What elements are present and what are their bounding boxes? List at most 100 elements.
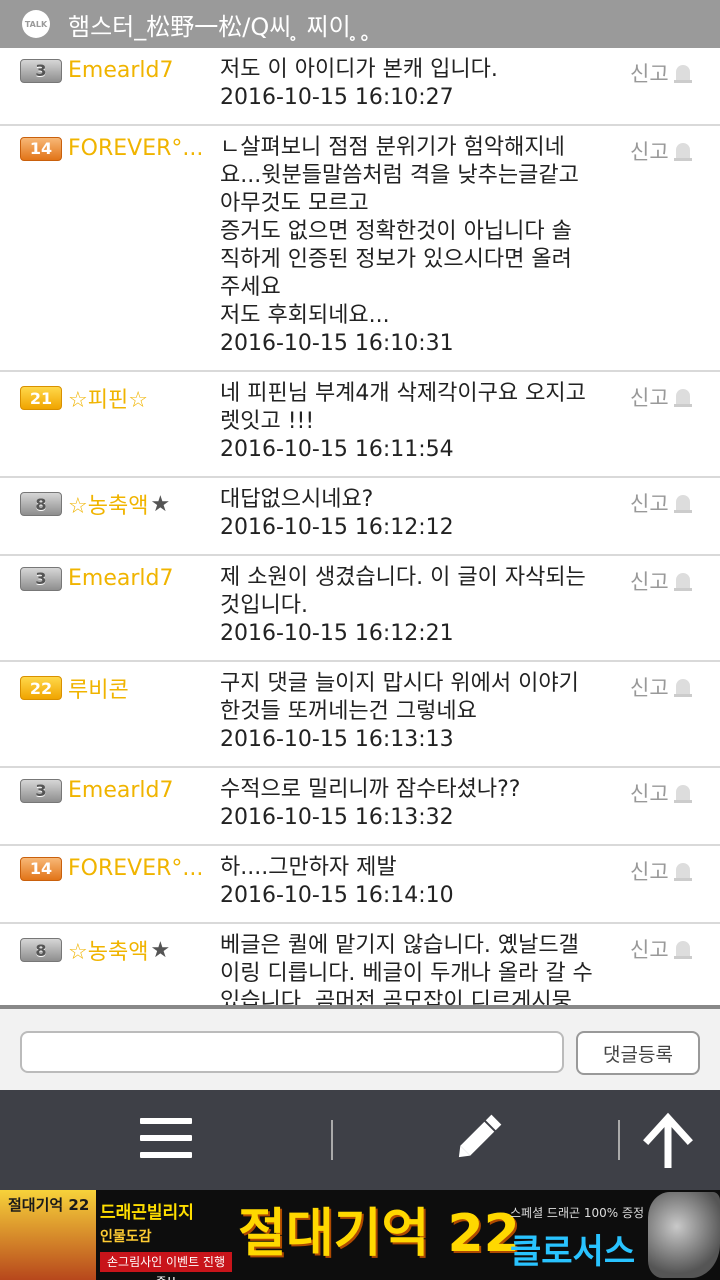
- comment-list[interactable]: 3 Emearld7 저도 이 아이디가 본캐 입니다. 2016-10-15 16:…: [0, 48, 720, 1005]
- bell-icon: [673, 65, 692, 83]
- level-badge: 8: [20, 492, 62, 516]
- comment-submit-button[interactable]: 댓글등록: [576, 1031, 700, 1075]
- comment-author[interactable]: 3 Emearld7: [20, 778, 173, 803]
- username[interactable]: FOREVER°...: [68, 136, 203, 161]
- bell-icon: [673, 143, 692, 161]
- level-badge: 22: [20, 676, 62, 700]
- report-label: 신고: [630, 492, 669, 516]
- comment-author[interactable]: 8 ☆농축액 ★: [20, 934, 170, 966]
- report-label: 신고: [630, 938, 669, 962]
- comment-row: 14 FOREVER°... 하....그만하자 제발 2016-10-15 16:1…: [0, 846, 720, 924]
- level-badge: 8: [20, 938, 62, 962]
- app-header: TALK 햄스터_松野一松/Q씨 ̥ 찌이 ̥˳: [0, 0, 720, 48]
- report-button[interactable]: 신고: [630, 566, 695, 596]
- level-badge: 14: [20, 856, 62, 881]
- comment-author[interactable]: 14 FOREVER°...: [20, 856, 203, 881]
- level-badge: 14: [20, 136, 62, 161]
- username[interactable]: ☆농축액: [68, 488, 148, 520]
- comment-row: 3 Emearld7 저도 이 아이디가 본캐 입니다. 2016-10-15 16:…: [0, 48, 720, 126]
- menu-icon[interactable]: [140, 1118, 192, 1160]
- comment-author[interactable]: 8 ☆농축액 ★: [20, 488, 170, 520]
- report-label: 신고: [630, 860, 669, 884]
- comment-row: 8 ☆농축액 ★ 베글은 퀼에 맡기지 않습니다. 옜날드갤 이링 디릅니다. 베글이…: [0, 924, 720, 1005]
- talk-icon: TALK: [22, 10, 50, 38]
- comment-timestamp: 2016-10-15 16:13:13: [220, 727, 454, 752]
- report-label: 신고: [630, 140, 669, 164]
- ad-dragon-image: [648, 1192, 720, 1278]
- username[interactable]: Emearld7: [68, 778, 173, 803]
- username[interactable]: Emearld7: [68, 58, 173, 83]
- username[interactable]: FOREVER°...: [68, 856, 203, 881]
- username[interactable]: ☆피핀☆: [68, 382, 148, 414]
- comment-body: 저도 이 아이디가 본캐 입니다. 2016-10-15 16:10:27: [220, 56, 610, 112]
- comment-body: 수적으로 밀리니까 잠수타셨나?? 2016-10-15 16:13:32: [220, 776, 610, 832]
- comment-row: 3 Emearld7 수적으로 밀리니까 잠수타셨나?? 2016-10-15 16:…: [0, 768, 720, 846]
- ad-event: 손그림사인 이벤트 진행중!!: [100, 1252, 232, 1280]
- comment-timestamp: 2016-10-15 16:12:12: [220, 515, 454, 540]
- comment-body: 제 소원이 생겼습니다. 이 글이 자삭되는 것입니다. 2016-10-15 1…: [220, 564, 610, 648]
- bell-icon: [673, 863, 692, 881]
- comment-author[interactable]: 14 FOREVER°...: [20, 136, 203, 161]
- comment-input[interactable]: [20, 1031, 564, 1073]
- comment-timestamp: 2016-10-15 16:12:21: [220, 621, 454, 646]
- ad-brand: 드래곤빌리지: [100, 1203, 194, 1223]
- comment-row: 8 ☆농축액 ★ 대답없으시네요? 2016-10-15 16:12:12 신고: [0, 478, 720, 556]
- level-badge: 3: [20, 778, 62, 803]
- comment-bar: 댓글등록: [0, 1005, 720, 1090]
- comment-author[interactable]: 3 Emearld7: [20, 566, 173, 591]
- report-button[interactable]: 신고: [630, 934, 695, 964]
- report-label: 신고: [630, 570, 669, 594]
- report-button[interactable]: 신고: [630, 488, 695, 518]
- report-button[interactable]: 신고: [630, 58, 695, 88]
- level-badge: 21: [20, 386, 62, 410]
- username[interactable]: Emearld7: [68, 566, 173, 591]
- comment-timestamp: 2016-10-15 16:10:31: [220, 331, 454, 356]
- ad-banner[interactable]: 절대기억 22 드래곤빌리지 인물도감 손그림사인 이벤트 진행중!! 절대기억…: [0, 1190, 720, 1280]
- username[interactable]: 루비콘: [68, 672, 129, 704]
- report-button[interactable]: 신고: [630, 136, 695, 166]
- arrow-up-icon[interactable]: [640, 1112, 696, 1172]
- comment-body: ㄴ살펴보니 점점 분위기가 험악해지네 요...윗분들말씀처럼 격을 낮추는글같…: [220, 134, 610, 358]
- comment-timestamp: 2016-10-15 16:13:32: [220, 805, 454, 830]
- comment-body: 네 피핀님 부계4개 삭제각이구요 오지고 렛잇고 !!! 2016-10-15 …: [220, 380, 610, 464]
- comment-message: 베글은 퀼에 맡기지 않습니다. 옜날드갤 이링 디릅니다. 베글이 두개나 올…: [220, 933, 593, 1005]
- comment-timestamp: 2016-10-15 16:11:54: [220, 437, 454, 462]
- ad-tag: 스페셜 드래곤 100% 증정: [510, 1206, 645, 1220]
- report-button[interactable]: 신고: [630, 778, 695, 808]
- bell-icon: [673, 573, 692, 591]
- level-badge: 3: [20, 566, 62, 591]
- comment-body: 대답없으시네요? 2016-10-15 16:12:12: [220, 486, 610, 542]
- comment-author[interactable]: 3 Emearld7: [20, 58, 173, 83]
- comment-row: 21 ☆피핀☆ 네 피핀님 부계4개 삭제각이구요 오지고 렛잇고 !!! 2016-…: [0, 372, 720, 478]
- comment-timestamp: 2016-10-15 16:10:27: [220, 85, 454, 110]
- report-label: 신고: [630, 782, 669, 806]
- comment-row: 3 Emearld7 제 소원이 생겼습니다. 이 글이 자삭되는 것입니다. 201…: [0, 556, 720, 662]
- comment-row: 14 FOREVER°... ㄴ살펴보니 점점 분위기가 험악해지네 요...윗분들…: [0, 126, 720, 372]
- username[interactable]: ☆농축액: [68, 934, 148, 966]
- star-icon: ★: [150, 937, 171, 963]
- pencil-icon[interactable]: [450, 1110, 506, 1166]
- toolbar-divider: [331, 1120, 333, 1160]
- comment-message: 저도 이 아이디가 본캐 입니다.: [220, 57, 498, 82]
- comment-author[interactable]: 22 루비콘: [20, 672, 129, 704]
- star-icon: ★: [150, 491, 171, 517]
- report-button[interactable]: 신고: [630, 382, 695, 412]
- bell-icon: [673, 495, 692, 513]
- ad-subtitle: 인물도감: [100, 1229, 152, 1245]
- bell-icon: [673, 785, 692, 803]
- page-title: 햄스터_松野一松/Q씨 ̥ 찌이 ̥˳: [68, 12, 371, 41]
- comment-message: 제 소원이 생겼습니다. 이 글이 자삭되는 것입니다.: [220, 565, 586, 618]
- comment-message: 하....그만하자 제발: [220, 855, 397, 880]
- report-button[interactable]: 신고: [630, 672, 695, 702]
- bell-icon: [673, 679, 692, 697]
- bottom-toolbar: [0, 1090, 720, 1190]
- comment-body: 베글은 퀼에 맡기지 않습니다. 옜날드갤 이링 디릅니다. 베글이 두개나 올…: [220, 932, 610, 1005]
- report-button[interactable]: 신고: [630, 856, 695, 886]
- comment-author[interactable]: 21 ☆피핀☆: [20, 382, 148, 414]
- ad-book-cover: 절대기억 22: [0, 1190, 96, 1280]
- toolbar-divider: [618, 1120, 620, 1160]
- report-label: 신고: [630, 676, 669, 700]
- comment-message: ㄴ살펴보니 점점 분위기가 험악해지네 요...윗분들말씀처럼 격을 낮추는글같…: [220, 135, 579, 328]
- comment-timestamp: 2016-10-15 16:14:10: [220, 883, 454, 908]
- comment-message: 대답없으시네요?: [220, 487, 374, 512]
